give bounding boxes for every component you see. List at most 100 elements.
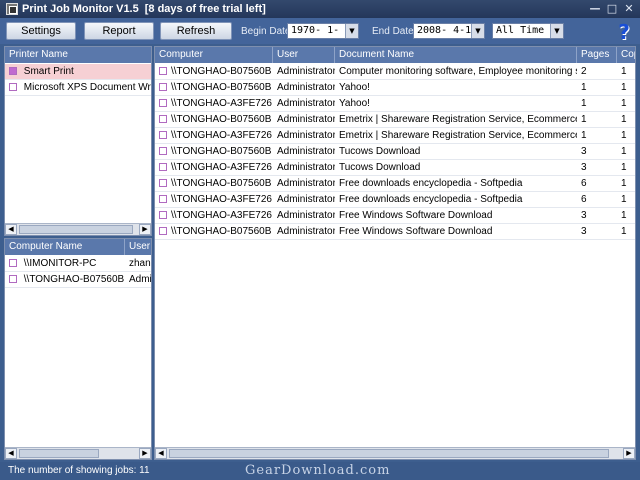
table-row[interactable]: \\TONGHAO-B07560B Administrator Free Windo… <box>155 224 635 240</box>
job-pages: 1 <box>581 98 587 109</box>
job-computer: \\TONGHAO-B07560B <box>171 82 272 93</box>
begin-date-value: 1970- 1- 1 <box>291 25 352 36</box>
title-bar: Print Job Monitor V1.5 [8 days of free t… <box>0 0 640 18</box>
job-document-name: Free Windows Software Download <box>339 210 493 221</box>
checkbox-icon[interactable] <box>159 195 167 203</box>
job-computer: \\TONGHAO-A3FE726 <box>171 194 272 205</box>
settings-button[interactable]: Settings <box>6 22 76 40</box>
watermark: GearDownload.com <box>245 463 391 478</box>
scroll-left-icon[interactable]: ◀ <box>5 224 17 235</box>
job-computer: \\TONGHAO-A3FE726 <box>171 162 272 173</box>
table-row[interactable]: \\TONGHAO-A3FE726 Administrator Tucows Dow… <box>155 160 635 176</box>
job-copies: 1 <box>621 114 627 125</box>
table-row[interactable]: \\TONGHAO-A3FE726 Administrator Yahoo! 1 1 <box>155 96 635 112</box>
refresh-button[interactable]: Refresh <box>160 22 232 40</box>
scroll-thumb[interactable] <box>19 449 99 458</box>
checkbox-icon[interactable] <box>159 163 167 171</box>
printer-item[interactable]: Smart Print <box>5 64 151 80</box>
printer-item[interactable]: Microsoft XPS Document Writer <box>5 80 151 96</box>
job-computer: \\TONGHAO-A3FE726 <box>171 130 272 141</box>
checkbox-icon[interactable] <box>159 83 167 91</box>
scroll-left-icon[interactable]: ◀ <box>5 448 17 459</box>
close-button[interactable]: ✕ <box>622 2 636 16</box>
chevron-down-icon[interactable]: ▼ <box>550 24 563 38</box>
table-row[interactable]: \\TONGHAO-A3FE726 Administrator Free Windo… <box>155 208 635 224</box>
table-row[interactable]: \\TONGHAO-B07560B Administrator Free downl… <box>155 176 635 192</box>
table-row[interactable]: \\TONGHAO-B07560B Administrator Tucows Dow… <box>155 144 635 160</box>
checkbox-icon[interactable] <box>159 99 167 107</box>
table-row[interactable]: \\TONGHAO-A3FE726 Administrator Free downl… <box>155 192 635 208</box>
column-header-computer[interactable]: Computer <box>155 47 273 63</box>
job-copies: 1 <box>621 162 627 173</box>
job-count-text: The number of showing jobs: 11 <box>8 465 150 476</box>
help-icon[interactable]: ? <box>614 20 634 44</box>
printer-list-scrollbar[interactable]: ◀ ▶ <box>5 223 151 235</box>
scroll-thumb[interactable] <box>19 225 133 234</box>
chevron-down-icon[interactable]: ▼ <box>471 24 484 38</box>
window-title: Print Job Monitor V1.5 <box>22 3 139 15</box>
job-user: Administrator <box>277 98 335 109</box>
scroll-right-icon[interactable]: ▶ <box>623 448 635 459</box>
time-range-select[interactable]: All Time ▼ <box>492 23 564 39</box>
job-user: Administrator <box>277 114 335 125</box>
column-header-printer-name[interactable]: Printer Name <box>5 47 151 63</box>
scroll-right-icon[interactable]: ▶ <box>139 448 151 459</box>
job-pages: 3 <box>581 146 587 157</box>
maximize-button[interactable]: □ <box>605 2 619 16</box>
checkbox-icon[interactable] <box>159 147 167 155</box>
job-computer: \\TONGHAO-A3FE726 <box>171 98 272 109</box>
job-copies: 1 <box>621 66 627 77</box>
checkbox-icon[interactable] <box>9 83 17 91</box>
checkbox-icon[interactable] <box>9 67 17 75</box>
jobs-table-scrollbar[interactable]: ◀ ▶ <box>155 447 635 459</box>
checkbox-icon[interactable] <box>9 275 17 283</box>
computer-user: zhangs <box>129 258 151 269</box>
computer-name: \\TONGHAO-B07560B <box>23 274 125 285</box>
end-date-picker[interactable]: 2008- 4-10 ▼ <box>413 23 485 39</box>
job-document-name: Yahoo! <box>339 98 370 109</box>
job-document-name: Free downloads encyclopedia - Softpedia <box>339 194 523 205</box>
table-row[interactable]: \\TONGHAO-B07560B Administrator Computer m… <box>155 64 635 80</box>
computer-user: Administrator <box>129 274 152 285</box>
job-user: Administrator <box>277 66 335 77</box>
print-jobs-table: Computer User Document Name Pages Copies… <box>154 46 636 460</box>
column-header-computer-name[interactable]: Computer Name <box>5 239 125 255</box>
checkbox-icon[interactable] <box>159 211 167 219</box>
job-document-name: Yahoo! <box>339 82 370 93</box>
job-document-name: Free downloads encyclopedia - Softpedia <box>339 178 523 189</box>
column-header-user-name[interactable]: User Name <box>125 239 151 255</box>
checkbox-icon[interactable] <box>159 131 167 139</box>
column-header-document-name[interactable]: Document Name <box>335 47 577 63</box>
trial-notice: [8 days of free trial left] <box>144 3 266 15</box>
chevron-down-icon[interactable]: ▼ <box>345 24 358 38</box>
job-user: Administrator <box>277 82 335 93</box>
printer-name: Smart Print <box>23 66 74 77</box>
computer-list-scrollbar[interactable]: ◀ ▶ <box>5 447 151 459</box>
minimize-button[interactable]: — <box>588 2 602 16</box>
job-user: Administrator <box>277 146 335 157</box>
table-row[interactable]: \\TONGHAO-A3FE726 Administrator Emetrix | … <box>155 128 635 144</box>
column-header-pages[interactable]: Pages <box>577 47 617 63</box>
checkbox-icon[interactable] <box>159 227 167 235</box>
scroll-thumb[interactable] <box>169 449 609 458</box>
checkbox-icon[interactable] <box>159 179 167 187</box>
job-user: Administrator <box>277 210 335 221</box>
job-document-name: Emetrix | Shareware Registration Service… <box>339 114 577 125</box>
scroll-right-icon[interactable]: ▶ <box>139 224 151 235</box>
job-copies: 1 <box>621 210 627 221</box>
report-button[interactable]: Report <box>84 22 154 40</box>
scroll-left-icon[interactable]: ◀ <box>155 448 167 459</box>
job-pages: 6 <box>581 178 587 189</box>
job-computer: \\TONGHAO-B07560B <box>171 114 272 125</box>
checkbox-icon[interactable] <box>9 259 17 267</box>
computer-row[interactable]: \\TONGHAO-B07560B Administrator <box>5 272 151 288</box>
checkbox-icon[interactable] <box>159 115 167 123</box>
column-header-copies[interactable]: Copies <box>617 47 635 63</box>
table-row[interactable]: \\TONGHAO-B07560B Administrator Yahoo! 1 1 <box>155 80 635 96</box>
job-user: Administrator <box>277 178 335 189</box>
table-row[interactable]: \\TONGHAO-B07560B Administrator Emetrix | … <box>155 112 635 128</box>
computer-row[interactable]: \\IMONITOR-PC zhangs <box>5 256 151 272</box>
column-header-user[interactable]: User <box>273 47 335 63</box>
begin-date-picker[interactable]: 1970- 1- 1 ▼ <box>287 23 359 39</box>
checkbox-icon[interactable] <box>159 67 167 75</box>
